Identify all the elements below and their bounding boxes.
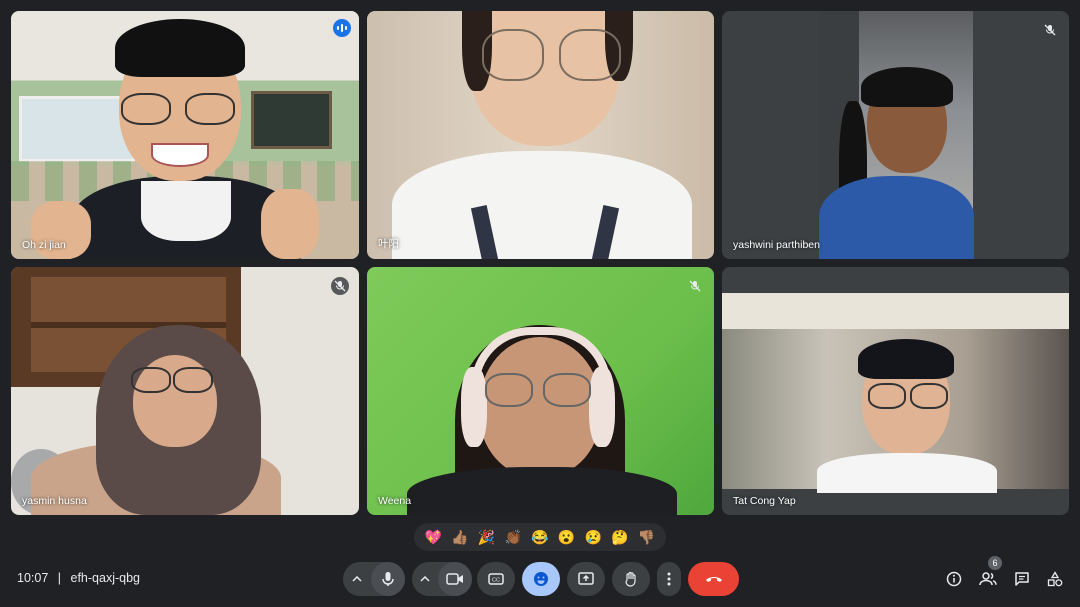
chevron-up-icon — [352, 576, 362, 582]
svg-text:CC: CC — [492, 578, 500, 584]
microphone-button[interactable] — [371, 562, 405, 596]
participant-video — [819, 11, 974, 259]
participant-video — [367, 267, 714, 515]
participant-name: yashwini parthiben — [733, 239, 820, 251]
participant-tile-weena[interactable]: Weena — [367, 267, 714, 515]
muted-mic-icon — [331, 277, 349, 295]
participant-tile-yashwini-parthiben[interactable]: yashwini parthiben — [722, 11, 1069, 259]
participant-video — [722, 293, 1069, 493]
chat-button[interactable] — [1010, 567, 1034, 591]
reaction-clapping-icon[interactable]: 👏🏾 — [502, 529, 524, 546]
microphone-icon — [382, 572, 394, 586]
info-icon — [946, 571, 962, 587]
present-screen-icon — [578, 572, 594, 585]
send-reaction-button[interactable] — [522, 562, 560, 596]
more-options-button[interactable] — [657, 562, 681, 596]
meeting-time: 10:07 — [17, 571, 49, 585]
video-options-button[interactable] — [412, 562, 438, 596]
participant-tile-2[interactable]: 叶阳 — [367, 11, 714, 259]
reactions-bar: 💖 👍🏽 🎉 👏🏾 😂 😮 😢 🤔 👎🏽 — [414, 523, 666, 551]
hand-icon — [625, 571, 636, 587]
reaction-surprised-icon[interactable]: 😮 — [556, 529, 578, 546]
participant-tile-oh-zi-jian[interactable]: Oh zi jian — [11, 11, 359, 259]
separator: | — [57, 571, 62, 585]
participant-count-badge: 6 — [988, 556, 1002, 570]
reaction-thumbs-down-icon[interactable]: 👎🏽 — [636, 529, 658, 546]
meeting-details-button[interactable] — [942, 567, 966, 591]
participant-name: yasmin husna — [22, 495, 87, 507]
video-camera-icon — [446, 573, 463, 585]
participant-tile-tat-cong-yap[interactable]: Tat Cong Yap — [722, 267, 1069, 515]
muted-mic-icon — [1041, 21, 1059, 39]
captions-button[interactable]: CC — [477, 562, 515, 596]
audio-options-button[interactable] — [343, 562, 371, 596]
raise-hand-button[interactable] — [612, 562, 650, 596]
smiley-icon — [534, 572, 548, 586]
participant-name: 叶阳 — [378, 238, 399, 250]
people-button[interactable] — [976, 567, 1000, 591]
meeting-code: efh-qaxj-qbg — [70, 571, 141, 585]
leave-call-button[interactable] — [688, 562, 739, 596]
reaction-thumbs-up-icon[interactable]: 👍🏽 — [449, 529, 471, 546]
participant-name: Tat Cong Yap — [733, 495, 796, 507]
participant-tile-yasmin-husna[interactable]: yasmin husna — [11, 267, 359, 515]
closed-captions-icon: CC — [488, 573, 504, 585]
participant-video — [11, 11, 359, 259]
reaction-sad-icon[interactable]: 😢 — [582, 529, 604, 546]
present-screen-button[interactable] — [567, 562, 605, 596]
chat-icon — [1015, 572, 1029, 586]
chevron-up-icon — [420, 576, 430, 582]
reaction-heart-icon[interactable]: 💖 — [422, 529, 444, 546]
more-vertical-icon — [667, 572, 671, 586]
muted-mic-icon — [686, 277, 704, 295]
reaction-laughing-icon[interactable]: 😂 — [529, 529, 551, 546]
activities-button[interactable] — [1043, 567, 1067, 591]
participant-video — [11, 267, 359, 515]
camera-button[interactable] — [438, 562, 472, 596]
participant-name: Weena — [378, 495, 412, 507]
reaction-thinking-icon[interactable]: 🤔 — [609, 529, 631, 546]
end-call-icon — [705, 577, 722, 582]
speaking-indicator-icon — [333, 19, 351, 37]
reaction-party-popper-icon[interactable]: 🎉 — [476, 529, 498, 546]
meeting-info: 10:07 | efh-qaxj-qbg — [17, 571, 140, 585]
participant-video — [367, 11, 714, 259]
people-icon — [979, 572, 997, 586]
activities-shapes-icon — [1047, 571, 1063, 587]
participant-name: Oh zi jian — [22, 239, 66, 251]
